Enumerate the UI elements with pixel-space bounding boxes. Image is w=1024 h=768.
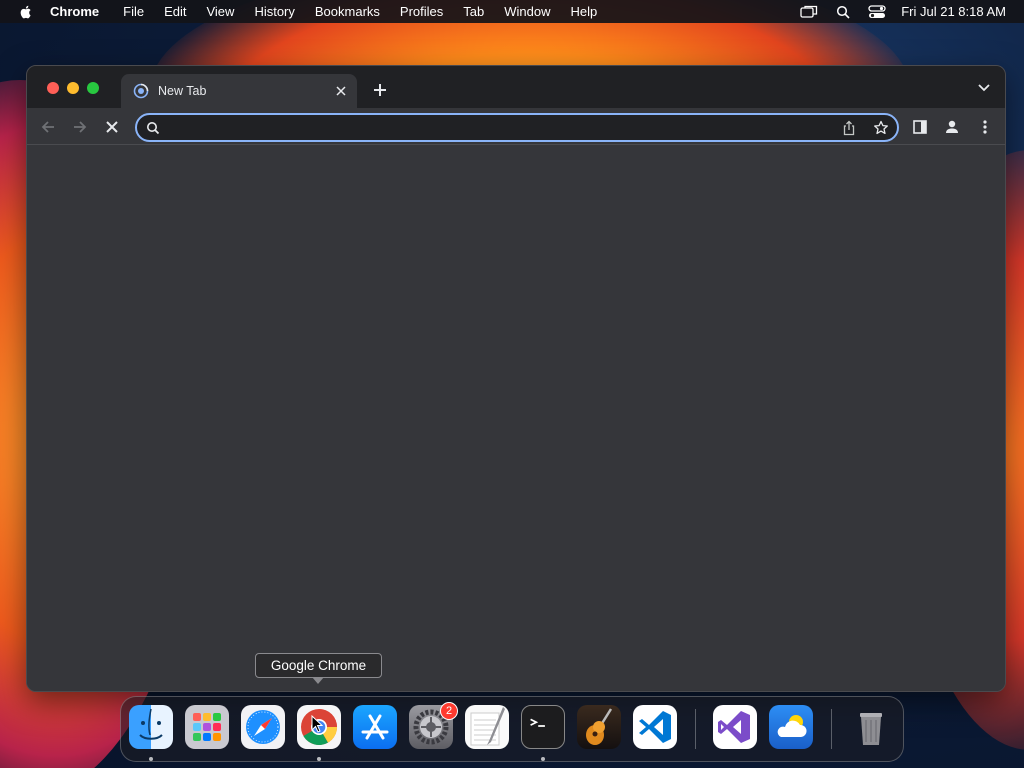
weather-icon[interactable]: [769, 705, 813, 749]
control-center-icon[interactable]: [867, 4, 887, 20]
menu-history[interactable]: History: [254, 4, 294, 19]
menu-profiles[interactable]: Profiles: [400, 4, 443, 19]
safari-icon[interactable]: [241, 705, 285, 749]
window-minimize-button[interactable]: [67, 82, 79, 94]
dock: [120, 696, 904, 762]
tab-strip: New Tab: [27, 66, 1005, 108]
visual-studio-icon[interactable]: [713, 705, 757, 749]
back-button[interactable]: [37, 116, 59, 138]
mouse-cursor-icon: [311, 715, 323, 733]
share-icon[interactable]: [841, 120, 857, 136]
finder-running-dot: [149, 757, 153, 761]
tooltip-arrow: [312, 677, 324, 684]
side-panel-icon[interactable]: [910, 117, 930, 137]
new-tab-button[interactable]: [371, 81, 389, 99]
browser-toolbar: [27, 108, 1005, 145]
dock-separator: [695, 709, 696, 749]
menu-window[interactable]: Window: [504, 4, 550, 19]
browser-window: New Tab: [26, 65, 1006, 692]
bookmark-star-icon[interactable]: [873, 120, 889, 136]
chrome-running-dot: [317, 757, 321, 761]
trash-icon[interactable]: [849, 705, 893, 749]
forward-button[interactable]: [69, 116, 91, 138]
menu-bar: Chrome File Edit View History Bookmarks …: [0, 0, 1024, 23]
tab-search-chevron-icon[interactable]: [977, 83, 991, 93]
app-store-icon[interactable]: [353, 705, 397, 749]
terminal-running-dot: [541, 757, 545, 761]
menu-app-name[interactable]: Chrome: [50, 4, 99, 19]
window-maximize-button[interactable]: [87, 82, 99, 94]
menu-file[interactable]: File: [123, 4, 144, 19]
garageband-icon[interactable]: [577, 705, 621, 749]
menu-view[interactable]: View: [206, 4, 234, 19]
apple-icon[interactable]: [18, 4, 34, 20]
tab-title: New Tab: [158, 84, 207, 98]
tab-new-tab[interactable]: New Tab: [121, 74, 357, 108]
menu-help[interactable]: Help: [571, 4, 598, 19]
terminal-icon[interactable]: [521, 705, 565, 749]
visual-studio-code-icon[interactable]: [633, 705, 677, 749]
settings-notification-badge: 2: [440, 702, 458, 720]
spotlight-search-icon[interactable]: [833, 4, 853, 20]
dock-tooltip: Google Chrome: [255, 653, 382, 678]
launchpad-icon[interactable]: [185, 705, 229, 749]
address-input[interactable]: [169, 118, 809, 138]
page-content: [27, 146, 1005, 691]
more-options-icon[interactable]: [975, 117, 995, 137]
tab-close-icon[interactable]: [333, 83, 349, 99]
menu-bookmarks[interactable]: Bookmarks: [315, 4, 380, 19]
search-icon: [147, 122, 160, 135]
textedit-icon[interactable]: [465, 705, 509, 749]
screen-mirroring-icon[interactable]: [799, 4, 819, 20]
menubar-clock[interactable]: Fri Jul 21 8:18 AM: [901, 4, 1006, 19]
profile-avatar-icon[interactable]: [942, 117, 962, 137]
loading-favicon-icon: [133, 83, 149, 99]
window-close-button[interactable]: [47, 82, 59, 94]
dock-separator-trash: [831, 709, 832, 749]
address-bar[interactable]: [135, 113, 899, 142]
stop-loading-button[interactable]: [101, 116, 123, 138]
menu-tab[interactable]: Tab: [463, 4, 484, 19]
menu-edit[interactable]: Edit: [164, 4, 186, 19]
finder-icon[interactable]: [129, 705, 173, 749]
